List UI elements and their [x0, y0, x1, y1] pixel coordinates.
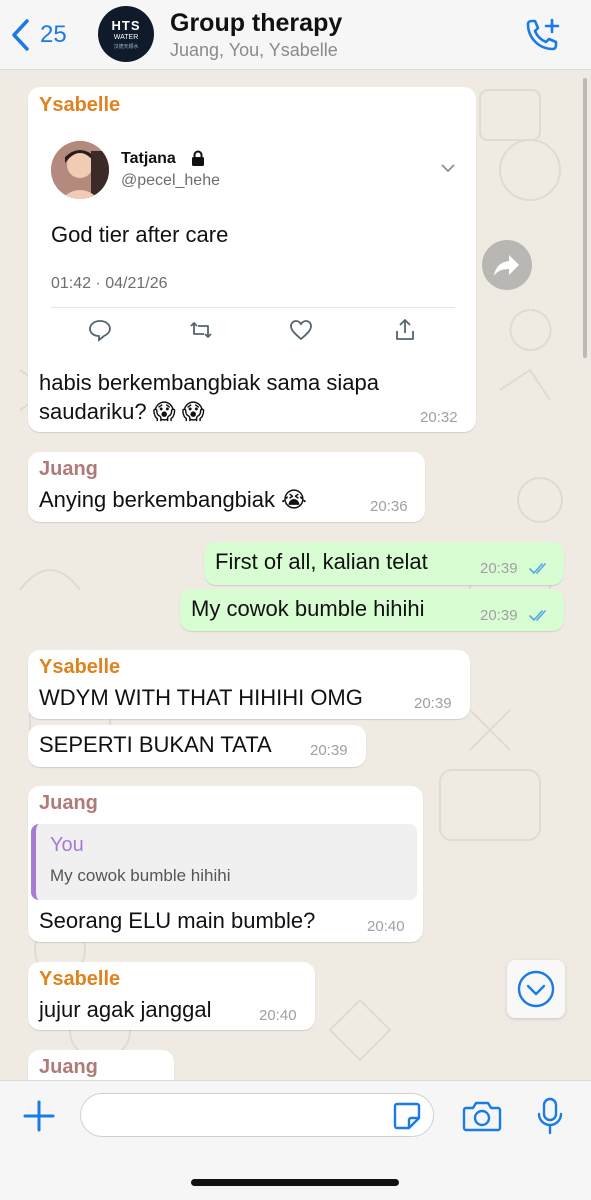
message-time: 20:39 — [310, 742, 348, 759]
tweet-avatar — [51, 141, 109, 199]
chevron-left-icon — [12, 19, 29, 51]
forward-icon — [494, 255, 519, 276]
message-time: 20:40 — [259, 1007, 297, 1024]
message-bubble[interactable]: Ysabelle Tatjana @pecel_hehe God tier af… — [28, 87, 476, 432]
quoted-message[interactable]: You My cowok bumble hihihi — [31, 824, 417, 900]
message-time: 20:39 — [480, 607, 518, 624]
message-time: 20:39 — [414, 695, 452, 712]
message-text: saudariku? 😱 😱 — [39, 399, 205, 424]
message-bubble[interactable]: Juang — [28, 1050, 174, 1080]
divider — [51, 307, 455, 308]
chevron-down-circle-icon — [517, 970, 555, 1008]
sender-name: Ysabelle — [39, 656, 121, 678]
message-text: First of all, kalian telat — [215, 549, 428, 574]
read-receipt-icon — [529, 563, 546, 575]
tweet-date: 01:42 · 04/21/26 — [51, 275, 168, 292]
quoted-sender: You — [50, 834, 84, 856]
message-bubble[interactable]: SEPERTI BUKAN TATA 20:39 — [28, 725, 366, 767]
home-indicator[interactable] — [191, 1179, 399, 1186]
message-bubble-outgoing[interactable]: My cowok bumble hihihi 20:39 — [180, 589, 564, 631]
message-input[interactable] — [80, 1093, 434, 1137]
lock-icon — [192, 150, 204, 166]
message-text: habis berkembangbiak sama siapa — [39, 370, 379, 395]
tweet-preview[interactable]: Tatjana @pecel_hehe God tier after care … — [31, 125, 473, 360]
add-call-icon[interactable] — [522, 18, 562, 54]
sender-name: Juang — [39, 1056, 98, 1078]
read-receipt-icon — [529, 610, 546, 622]
message-text: Anying berkembangbiak 😭 — [39, 487, 307, 512]
chevron-down-icon[interactable] — [441, 163, 455, 173]
message-time: 20:36 — [370, 498, 408, 515]
reply-icon[interactable] — [88, 318, 112, 342]
sender-name: Juang — [39, 458, 98, 480]
message-text: jujur agak janggal — [39, 997, 212, 1022]
tweet-handle: @pecel_hehe — [121, 172, 220, 189]
message-text: My cowok bumble hihihi — [191, 596, 425, 621]
retweet-icon[interactable] — [189, 318, 213, 342]
chat-area[interactable]: Ysabelle Tatjana @pecel_hehe God tier af… — [0, 70, 591, 1080]
message-bubble[interactable]: Juang Anying berkembangbiak 😭 20:36 — [28, 452, 425, 522]
camera-icon[interactable] — [462, 1099, 502, 1133]
microphone-icon[interactable] — [537, 1097, 563, 1135]
tweet-text: God tier after care — [51, 222, 229, 247]
message-bubble[interactable]: Juang You My cowok bumble hihihi Seorang… — [28, 786, 423, 942]
group-members[interactable]: Juang, You, Ysabelle — [170, 40, 338, 61]
tweet-author-name: Tatjana — [121, 150, 176, 167]
sender-name: Ysabelle — [39, 94, 121, 116]
sticker-icon[interactable] — [392, 1101, 422, 1131]
message-bubble[interactable]: Ysabelle jujur agak janggal 20:40 — [28, 962, 315, 1030]
share-icon[interactable] — [393, 318, 417, 342]
message-time: 20:39 — [480, 560, 518, 577]
scrollbar[interactable] — [583, 78, 587, 358]
unread-count: 25 — [40, 21, 67, 48]
group-title[interactable]: Group therapy — [170, 9, 342, 38]
back-button[interactable]: 25 — [10, 18, 67, 52]
avatar-text-line2: WATER — [113, 34, 139, 41]
message-bubble[interactable]: Ysabelle WDYM WITH THAT HIHIHI OMG 20:39 — [28, 650, 470, 719]
forward-button[interactable] — [482, 240, 532, 290]
heart-icon[interactable] — [289, 318, 313, 342]
message-bubble-outgoing[interactable]: First of all, kalian telat 20:39 — [204, 542, 564, 585]
group-avatar[interactable]: HTS WATER 汉德天顺水 — [98, 6, 154, 62]
scroll-to-bottom-button[interactable] — [507, 960, 565, 1018]
quoted-text: My cowok bumble hihihi — [50, 866, 231, 885]
message-text: WDYM WITH THAT HIHIHI OMG — [39, 685, 363, 710]
avatar-text-line3: 汉德天顺水 — [113, 44, 139, 50]
avatar-text-line1: HTS — [111, 18, 141, 33]
sender-name: Juang — [39, 792, 98, 814]
message-text: Seorang ELU main bumble? — [39, 908, 316, 933]
message-text: SEPERTI BUKAN TATA — [39, 732, 272, 757]
message-time: 20:40 — [367, 918, 405, 935]
chat-header: 25 HTS WATER 汉德天顺水 Group therapy Juang, … — [0, 0, 591, 70]
composer-bar — [0, 1080, 591, 1200]
plus-icon[interactable] — [22, 1099, 56, 1133]
sender-name: Ysabelle — [39, 968, 121, 990]
message-time: 20:32 — [420, 409, 458, 426]
